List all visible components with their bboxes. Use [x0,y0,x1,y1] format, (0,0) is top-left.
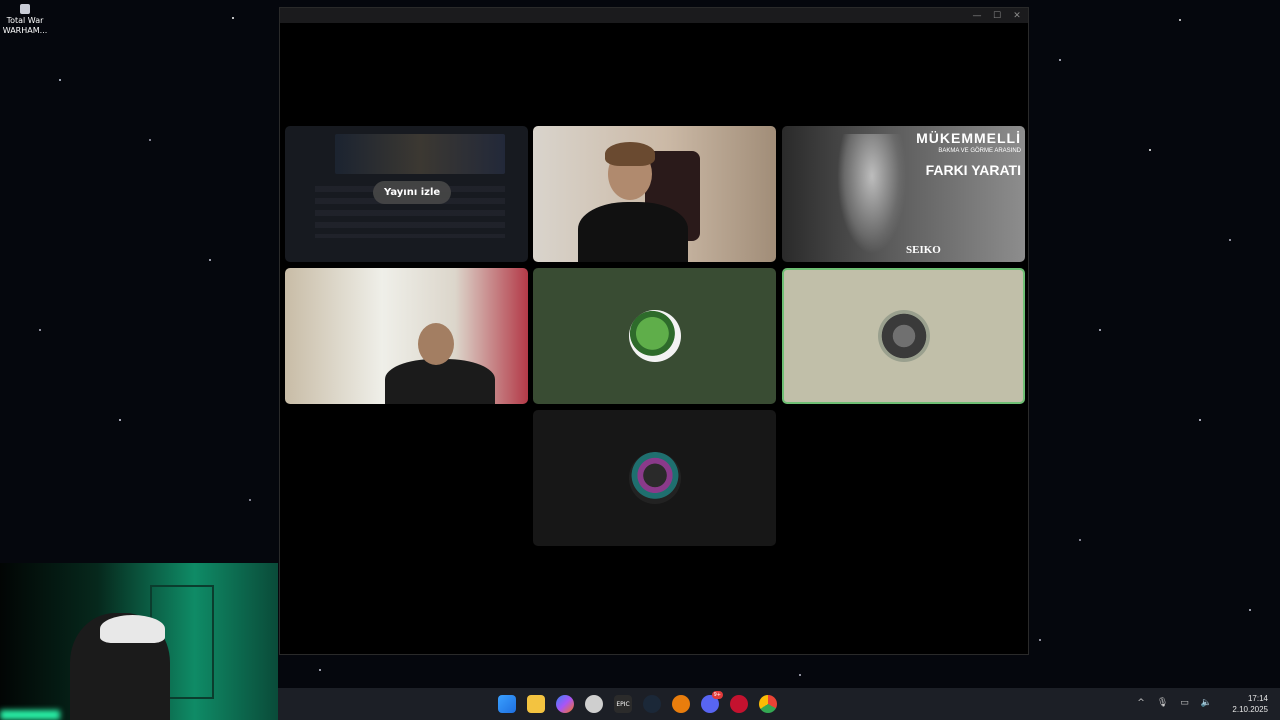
participant-figure [578,202,688,262]
maximize-icon[interactable]: ☐ [992,11,1002,21]
window-titlebar: — ☐ ✕ [280,8,1028,23]
taskbar: EPIC 9+ ^ 🎙 ▭ 🔈 17:14 2.10.2025 [278,688,1280,720]
volume-icon[interactable]: 🔈 [1201,698,1212,708]
steam-icon[interactable] [643,695,661,713]
participant-hair [605,142,655,166]
game-shortcut-icon [20,4,30,14]
streamer-cap [100,615,165,643]
opera-icon[interactable] [730,695,748,713]
clock-date: 2.10.2025 [1232,705,1268,714]
watch-stream-button[interactable]: Yayını izle [373,181,452,204]
notification-badge: 9+ [711,691,723,699]
taskbar-clock[interactable]: 17:14 2.10.2025 [1232,693,1268,715]
participant-figure [385,359,495,404]
pepe-avatar-icon [628,310,681,362]
taskbar-apps: EPIC 9+ [498,691,777,713]
minimize-icon[interactable]: — [972,11,982,21]
discord-icon[interactable]: 9+ [701,691,723,713]
clock-time: 17:14 [1247,694,1268,703]
epic-games-icon[interactable]: EPIC [614,695,632,713]
copilot-icon[interactable] [556,695,574,713]
ad-subline: BAKMA VE GÖRME ARASIND [938,148,1021,154]
participant-camera-ad-tile[interactable]: MÜKEMMELLİ BAKMA VE GÖRME ARASIND FARKI … [782,126,1025,262]
desktop-shortcut-total-war[interactable]: Total War WARHAM... [2,4,48,36]
microphone-icon[interactable]: 🎙 [1157,698,1168,708]
desktop-shortcut-label: Total War WARHAM... [2,16,48,35]
ad-brand: SEIKO [906,244,941,256]
participant-avatar-tile-speaking[interactable] [782,268,1025,404]
participant-head [418,323,454,365]
participant-avatar-tile[interactable] [533,410,776,546]
windows-start-icon[interactable] [498,695,516,713]
blender-icon[interactable] [672,695,690,713]
led-strip [0,710,60,720]
ad-headline: MÜKEMMELLİ [916,130,1021,146]
dark-figure-avatar-icon [628,452,681,504]
folder-icon[interactable] [527,695,545,713]
chatgpt-icon[interactable] [585,695,603,713]
participant-avatar-tile[interactable] [533,268,776,404]
chevron-up-icon[interactable]: ^ [1137,698,1145,708]
participant-camera-tile[interactable] [533,126,776,262]
chrome-icon[interactable] [759,695,777,713]
system-tray: ^ 🎙 ▭ 🔈 [1137,698,1212,708]
ad-portrait [837,134,907,254]
stream-tile[interactable]: Yayını izle [285,126,528,262]
tractor-avatar-icon [877,310,930,362]
close-icon[interactable]: ✕ [1012,11,1022,21]
discord-call-window: — ☐ ✕ Yayını izle MÜKEMMELLİ BAKMA VE GÖ… [279,7,1029,655]
participant-camera-tile[interactable] [285,268,528,404]
stream-preview [335,134,505,174]
network-icon[interactable]: ▭ [1180,698,1189,708]
streamer-webcam-overlay [0,563,278,720]
ad-tagline: FARKI YARATI [925,162,1021,178]
